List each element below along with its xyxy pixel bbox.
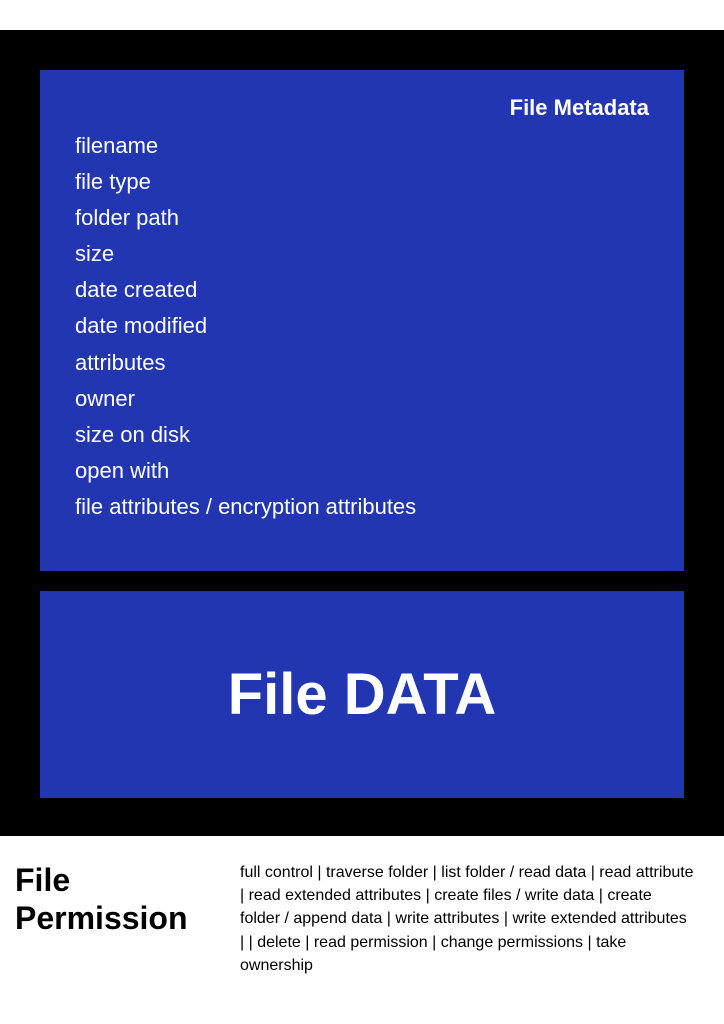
permission-text: full control | traverse folder | list fo… — [240, 861, 694, 977]
metadata-item: owner — [75, 382, 649, 416]
metadata-item: open with — [75, 454, 649, 488]
metadata-item: file attributes / encryption attributes — [75, 490, 649, 524]
metadata-item: date created — [75, 273, 649, 307]
metadata-item: folder path — [75, 201, 649, 235]
metadata-item: size — [75, 237, 649, 271]
file-data-title: File DATA — [60, 661, 664, 728]
metadata-list: filename file type folder path size date… — [75, 129, 649, 524]
metadata-item: attributes — [75, 346, 649, 380]
metadata-item: size on disk — [75, 418, 649, 452]
black-container: File Metadata filename file type folder … — [0, 30, 724, 836]
permission-title: File Permission — [15, 861, 215, 938]
metadata-item: date modified — [75, 309, 649, 343]
top-spacer — [0, 0, 724, 30]
metadata-item: file type — [75, 165, 649, 199]
file-metadata-box: File Metadata filename file type folder … — [40, 70, 684, 571]
metadata-item: filename — [75, 129, 649, 163]
metadata-title: File Metadata — [75, 95, 649, 121]
file-permission-section: File Permission full control | traverse … — [0, 836, 724, 997]
file-data-box: File DATA — [40, 591, 684, 798]
